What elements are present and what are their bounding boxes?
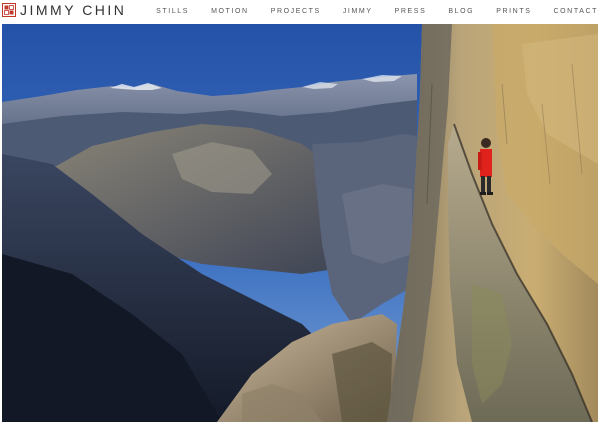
nav-item-motion[interactable]: MOTION [211, 7, 249, 17]
brand-logo-link[interactable]: JIMMY CHIN [2, 2, 126, 18]
nav-item-press[interactable]: PRESS [395, 7, 427, 17]
main-nav: STILLS MOTION PROJECTS JIMMY PRESS BLOG … [134, 7, 598, 17]
nav-item-prints[interactable]: PRINTS [496, 7, 531, 17]
red-seal-icon [2, 3, 16, 17]
nav-item-stills[interactable]: STILLS [156, 7, 189, 17]
nav-item-jimmy[interactable]: JIMMY [343, 7, 373, 17]
site-header: JIMMY CHIN STILLS MOTION PROJECTS JIMMY … [0, 0, 600, 24]
hero-photo-illustration [2, 24, 598, 422]
nav-item-projects[interactable]: PROJECTS [271, 7, 321, 17]
hero-photo[interactable] [2, 24, 598, 422]
nav-item-blog[interactable]: BLOG [448, 7, 474, 17]
nav-item-contact[interactable]: CONTACT [553, 7, 598, 17]
brand-name: JIMMY CHIN [20, 2, 127, 18]
